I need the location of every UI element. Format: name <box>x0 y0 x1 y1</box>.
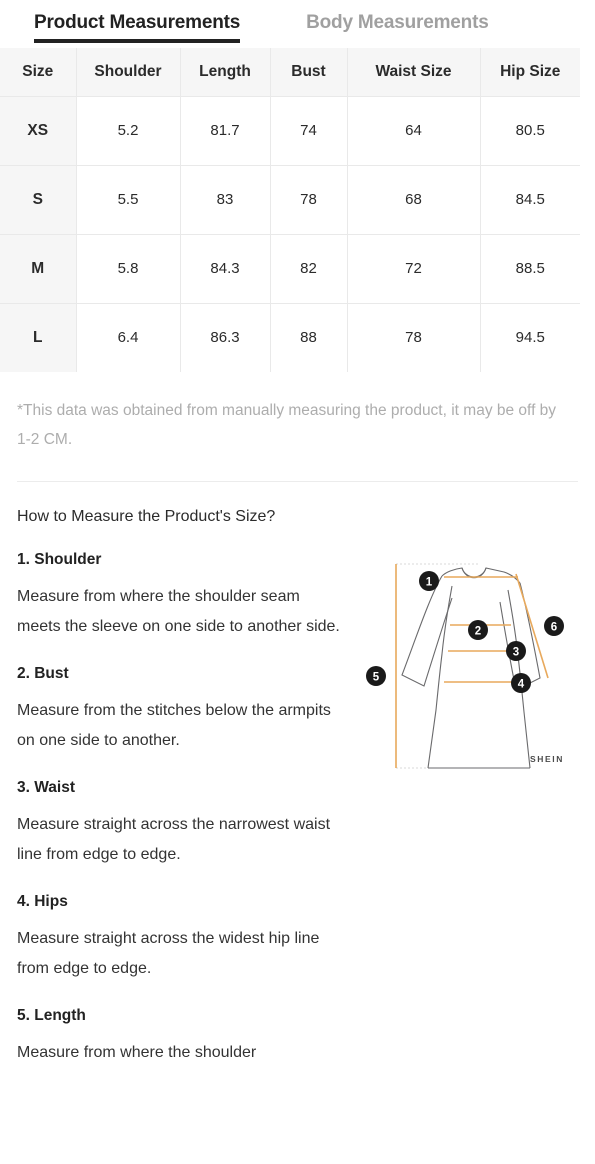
step-title: 4. Hips <box>17 893 68 910</box>
cell-hip: 80.5 <box>480 96 580 166</box>
cell-size: M <box>0 234 77 304</box>
dress-measurement-diagram: 1 2 3 4 5 6 SHEIN <box>358 550 590 782</box>
cell-length: 84.3 <box>180 234 271 304</box>
section-divider <box>17 481 578 482</box>
column-header-hip: Hip Size <box>480 48 580 97</box>
measurement-tabs: Product Measurements Body Measurements <box>0 0 595 48</box>
size-guide-page: Product Measurements Body Measurements S… <box>0 0 595 1164</box>
cell-bust: 78 <box>270 165 348 235</box>
column-header-shoulder: Shoulder <box>76 48 181 97</box>
marker-2: 2 <box>468 620 488 640</box>
step-title: 2. Bust <box>17 665 69 682</box>
cell-length: 81.7 <box>180 96 271 166</box>
cell-waist: 72 <box>347 234 481 304</box>
cell-hip: 94.5 <box>515 329 545 347</box>
svg-text:6: 6 <box>551 622 557 634</box>
cell-bust: 88 <box>270 303 348 372</box>
tab-product-measurements-label: Product Measurements <box>34 12 241 33</box>
cell-waist: 64 <box>347 96 481 166</box>
step-body: Measure straight across the narrowest wa… <box>17 816 331 863</box>
measurement-disclaimer: *This data was obtained from manually me… <box>17 402 557 448</box>
product-measurements-table: Size Shoulder Length Bust Waist Size Hip… <box>0 48 580 372</box>
cell-size: S <box>0 165 77 235</box>
marker-1: 1 <box>419 571 439 591</box>
cell-hip: 88.5 <box>480 234 580 304</box>
step-length: 5. Length Measure from where the shoulde… <box>17 1006 360 1068</box>
step-body: Measure from where the shoulder <box>17 1044 257 1061</box>
svg-text:4: 4 <box>518 679 525 691</box>
svg-text:5: 5 <box>373 672 380 684</box>
column-header-bust: Bust <box>270 48 348 97</box>
marker-6: 6 <box>544 616 564 636</box>
cell-waist: 68 <box>347 165 481 235</box>
table-row: M 5.8 84.3 82 72 88.5 <box>0 234 580 304</box>
step-bust: 2. Bust Measure from the stitches below … <box>17 664 360 756</box>
column-header-size: Size <box>0 48 77 97</box>
cell-hip: 84.5 <box>480 165 580 235</box>
dress-left-body <box>427 585 453 769</box>
table-row: S 5.5 83 78 68 84.5 <box>0 165 580 235</box>
step-title: 3. Waist <box>17 779 75 796</box>
svg-text:2: 2 <box>475 626 481 638</box>
table-row: L 6.4 86.3 88 78 94.5 <box>0 303 580 372</box>
shein-brand-logo: SHEIN <box>530 754 564 764</box>
svg-text:3: 3 <box>513 647 519 659</box>
step-title: 1. Shoulder <box>17 551 102 568</box>
step-shoulder: 1. Shoulder Measure from where the shoul… <box>17 550 360 642</box>
table-body: XS 5.2 81.7 74 64 80.5 S 5.5 83 78 68 84… <box>0 96 580 372</box>
table-header-row: Size Shoulder Length Bust Waist Size Hip… <box>0 48 580 97</box>
cell-length: 83 <box>180 165 271 235</box>
measurement-steps-list: 1. Shoulder Measure from where the shoul… <box>0 550 360 1068</box>
svg-text:1: 1 <box>426 577 433 589</box>
cell-waist: 78 <box>347 303 481 372</box>
sleeve-measure-line <box>515 573 549 679</box>
cell-shoulder: 5.5 <box>76 165 181 235</box>
cell-size: L <box>0 303 77 372</box>
tab-product-measurements[interactable]: Product Measurements <box>34 8 241 43</box>
table-header: Size Shoulder Length Bust Waist Size Hip… <box>0 48 580 97</box>
how-to-measure-content: 1. Shoulder Measure from where the shoul… <box>0 550 595 1068</box>
column-header-length: Length <box>180 48 271 97</box>
column-header-waist: Waist Size <box>347 48 481 97</box>
step-title: 5. Length <box>17 1007 86 1024</box>
size-table-container: Size Shoulder Length Bust Waist Size Hip… <box>0 48 595 372</box>
dress-diagram-svg: 1 2 3 4 5 6 <box>366 563 564 769</box>
cell-bust: 74 <box>270 96 348 166</box>
step-waist: 3. Waist Measure straight across the nar… <box>17 778 360 870</box>
cell-bust: 82 <box>270 234 348 304</box>
marker-4: 4 <box>511 673 531 693</box>
cell-size: XS <box>0 96 77 166</box>
marker-3: 3 <box>506 641 526 661</box>
step-body: Measure from the stitches below the armp… <box>17 702 331 749</box>
step-hips: 4. Hips Measure straight across the wide… <box>17 892 360 984</box>
tab-body-measurements[interactable]: Body Measurements <box>306 8 489 40</box>
cell-length: 86.3 <box>180 303 271 372</box>
cell-shoulder: 6.4 <box>76 303 181 372</box>
step-body: Measure straight across the widest hip l… <box>17 930 320 977</box>
tab-body-measurements-label: Body Measurements <box>306 12 489 33</box>
step-body: Measure from where the shoulder seam mee… <box>17 588 340 635</box>
cell-shoulder: 5.2 <box>76 96 181 166</box>
cell-shoulder: 5.8 <box>76 234 181 304</box>
how-to-measure-title: How to Measure the Product's Size? <box>17 508 276 525</box>
active-tab-underline <box>34 39 241 43</box>
table-row: XS 5.2 81.7 74 64 80.5 <box>0 96 580 166</box>
marker-5: 5 <box>366 666 386 686</box>
